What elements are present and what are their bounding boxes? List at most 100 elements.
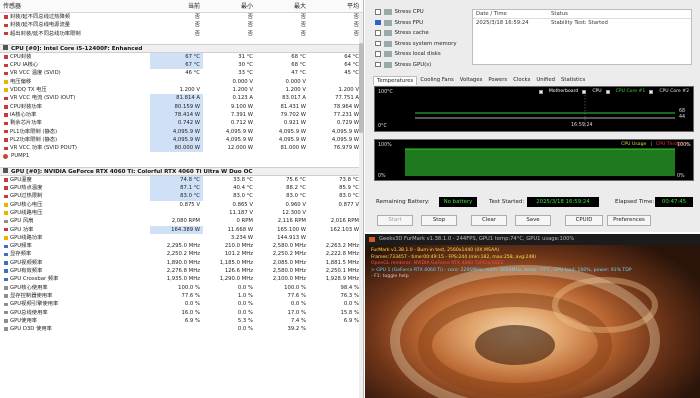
sensor-max: 2,580.0 MHz (272, 243, 306, 250)
preferences-button[interactable]: Preferences (607, 215, 651, 226)
stress-option[interactable]: Stress system memory (375, 40, 457, 48)
sensor-row[interactable]: GPU 风扇 2,080 RPM 0 RPM 2,116 RPM 2,016 RPM (0, 217, 363, 225)
stress-option[interactable]: Stress cache (375, 29, 429, 37)
sensor-row[interactable]: GPU总线使用率 16.0 % 0.0 % 17.0 % 15.8 % (0, 309, 363, 317)
sensor-max: 0.000 V (285, 78, 306, 85)
sensor-row[interactable]: VR VCC 电流 (SVID IOUT) 81.814 A 0.123 A 83.0… (0, 94, 363, 103)
sensor-row[interactable]: 超出封装/延不同总线功率限制 否 否 否 否 (0, 30, 363, 38)
sensor-row[interactable]: GPU温度 74.8 °C 33.8 °C 75.6 °C 73.8 °C (0, 175, 363, 185)
sensor-name: GPU核心使用率 (0, 284, 150, 292)
sensor-min: 0 RPM (236, 218, 254, 225)
tab-unified[interactable]: Unified (533, 76, 558, 85)
legend-item[interactable]: CPU (582, 89, 602, 94)
remaining-battery-value: No battery (439, 197, 477, 207)
stress-option[interactable]: Stress GPU(s) (375, 61, 431, 69)
sensor-row[interactable]: GPU频率 2,295.0 MHz 210.0 MHz 2,580.0 MHz 2,26… (0, 242, 363, 250)
tab-powers[interactable]: Powers (485, 76, 510, 85)
sensor-row[interactable]: CPU封装功率 80.159 W 9.100 W 81.431 W 78.964 W (0, 102, 363, 111)
stress-option[interactable]: Stress local disks (375, 50, 441, 58)
tab-cooling-fans[interactable]: Cooling Fans (417, 76, 456, 85)
sensor-row[interactable]: GPU有效频率 2,276.8 MHz 126.6 MHz 2,580.0 MHz 2,… (0, 267, 363, 275)
sensor-row[interactable]: VR VCC 功率 (SVID POUT) 80.000 W 12.000 W 81.… (0, 144, 363, 153)
stress-option-label: Stress cache (394, 30, 429, 36)
checkbox[interactable] (375, 19, 381, 26)
sensor-avg: 否 (353, 30, 359, 37)
tab-statistics[interactable]: Statistics (558, 76, 588, 85)
checkbox[interactable] (375, 40, 381, 47)
furmark-window[interactable]: Geeks3D FurMark v1.38.1.0 - 244FPS, GPU1… (365, 234, 700, 398)
gpu-group-header[interactable]: GPU [#0]: NVIDIA GeForce RTX 4060 Ti: Co… (0, 166, 363, 176)
tab-clocks[interactable]: Clocks (510, 76, 533, 85)
sensor-avg: 85.9 °C (339, 185, 359, 192)
sensor-row[interactable]: GPU Crossbar 频率 1,935.0 MHz 1,290.0 MHz 2,1… (0, 275, 363, 283)
scrollbar-thumb[interactable] (359, 43, 363, 133)
sensor-row[interactable]: GPU视频引擎使用率 0.0 % 0.0 % 0.0 % 0.0 % (0, 300, 363, 308)
sensor-row[interactable]: 显存频率 2,250.2 MHz 101.2 MHz 2,250.2 MHz 2,222… (0, 250, 363, 258)
sensor-row[interactable]: GPU过热限制 83.0 °C 83.0 °C 83.0 °C 83.0 °C (0, 192, 363, 201)
legend-checkbox[interactable] (605, 89, 610, 94)
legend-item[interactable]: CPU Core #2 (649, 89, 689, 94)
sensor-row[interactable]: GPU热点温度 87.1 °C 40.4 °C 88.2 °C 85.9 °C (0, 184, 363, 193)
sensor-max: 7.4 % (290, 317, 306, 324)
sensor-row[interactable]: GPU核心使用率 100.0 % 0.0 % 100.0 % 98.4 % (0, 284, 363, 292)
col-avg[interactable]: 平均 (309, 0, 362, 12)
component-icon (383, 19, 392, 26)
sensor-current: 83.0 °C (150, 192, 203, 201)
sensor-row[interactable]: 封装/延不同总线过热降频 否 否 否 否 (0, 13, 363, 21)
sensor-row[interactable]: CPU封装 67 °C 31 °C 68 °C 64 °C (0, 52, 363, 62)
furmark-title-bar[interactable]: Geeks3D FurMark v1.38.1.0 - 244FPS, GPU1… (365, 234, 700, 245)
sensor-row[interactable]: 剩余芯片功率 0.742 W 0.712 W 0.921 W 0.729 W (0, 119, 363, 128)
sensor-row[interactable]: PL1功率限制 (静态) 4,095.9 W 4,095.9 W 4,095.9 W4… (0, 127, 363, 136)
sensor-row[interactable]: GPU视频频率 1,890.0 MHz 1,185.0 MHz 2,085.0 MHz… (0, 259, 363, 267)
sensor-row[interactable]: GPU线路电压 11.187 V 12.300 V (0, 209, 363, 217)
sensor-row[interactable]: GPU使用率 6.9 % 5.3 % 7.4 % 6.9 % (0, 317, 363, 325)
cpuid-button[interactable]: CPUID (565, 215, 603, 226)
sensor-avg (309, 78, 362, 86)
sensor-row[interactable]: 封装/延不同总线电源流量 否 否 否 否 (0, 21, 363, 29)
col-status[interactable]: Status (548, 10, 691, 18)
tab-voltages[interactable]: Voltages (457, 76, 486, 85)
sensor-row[interactable]: CPU IA核心 67 °C 30 °C 68 °C 64 °C (0, 61, 363, 70)
legend-item[interactable]: CPU Core #1 (605, 89, 645, 94)
sensor-row[interactable]: VR VCC 温度 (SVID) 46 °C 33 °C 47 °C 45 °C (0, 69, 363, 77)
checkbox[interactable] (375, 61, 381, 68)
vertical-scrollbar[interactable] (359, 13, 363, 398)
stress-option[interactable]: Stress FPU (375, 19, 423, 27)
sensor-row[interactable]: IA核心功率 78.414 W 7.391 W 79.702 W 77.231 W (0, 110, 363, 120)
sensor-max: 0.0 % (290, 301, 306, 308)
col-date[interactable]: Date / Time (473, 10, 548, 18)
sensor-row[interactable]: VDDQ TX 电压 1.200 V 1.200 V 1.200 V 1.200 V (0, 86, 363, 94)
cpu-chip-icon (3, 45, 8, 51)
col-current[interactable]: 当前 (150, 0, 203, 12)
checkbox[interactable] (375, 9, 381, 15)
sensor-row[interactable]: GPU线路功率 3.234 W 144.913 W (0, 234, 363, 242)
sensor-row[interactable]: PL2功率限制 (静态) 4,095.9 W 4,095.9 W 4,095.9 W4… (0, 135, 363, 145)
legend-checkbox[interactable] (582, 89, 587, 94)
col-sensor[interactable]: 传感器 (0, 0, 150, 12)
sensor-row[interactable]: GPU核心电压 0.875 V 0.865 V 0.960 V 0.877 V (0, 201, 363, 209)
stress-option[interactable]: Stress CPU (375, 8, 424, 16)
event-row[interactable]: 2025/3/18 16:59:24 Stability Test: Start… (473, 19, 691, 28)
stop-button[interactable]: Stop (421, 215, 457, 226)
checkbox[interactable] (375, 51, 381, 57)
clear-button[interactable]: Clear (471, 215, 507, 226)
g1-time: 16:59:24 (571, 123, 593, 128)
sensor-min: 0.0 % (237, 284, 253, 291)
legend-item[interactable]: Motherboard (538, 89, 578, 94)
col-min[interactable]: 最小 (203, 0, 256, 12)
tab-temperatures[interactable]: Temperatures (373, 76, 418, 85)
save-button[interactable]: Save (515, 215, 551, 226)
legend-checkbox[interactable] (538, 89, 543, 94)
sensor-current: 0.742 W (150, 119, 203, 128)
sensor-row[interactable]: GPU D3D 使用率 0.0 % 39.2 % (0, 325, 363, 333)
legend-checkbox[interactable] (649, 89, 654, 94)
pump-row[interactable]: PUMP1 (0, 152, 363, 160)
checkbox[interactable] (375, 30, 381, 36)
cpu-group-header[interactable]: CPU [#0]: Intel Core i5-12400F: Enhanced (0, 43, 363, 53)
start-button[interactable]: Start (377, 215, 413, 226)
sensor-row[interactable]: 显存控制器使用率 77.6 % 1.0 % 77.6 % 76.3 % (0, 292, 363, 300)
sensor-row[interactable]: 电压偏移 0.000 V 0.000 V (0, 78, 363, 86)
sensor-row[interactable]: GPU 功率 164.389 W 11.668 W 165.100 W 162.103 … (0, 225, 363, 234)
col-max[interactable]: 最大 (256, 0, 309, 12)
temperature-legend: Motherboard CPU CPU Core #1 CPU Core #2 (535, 89, 689, 94)
